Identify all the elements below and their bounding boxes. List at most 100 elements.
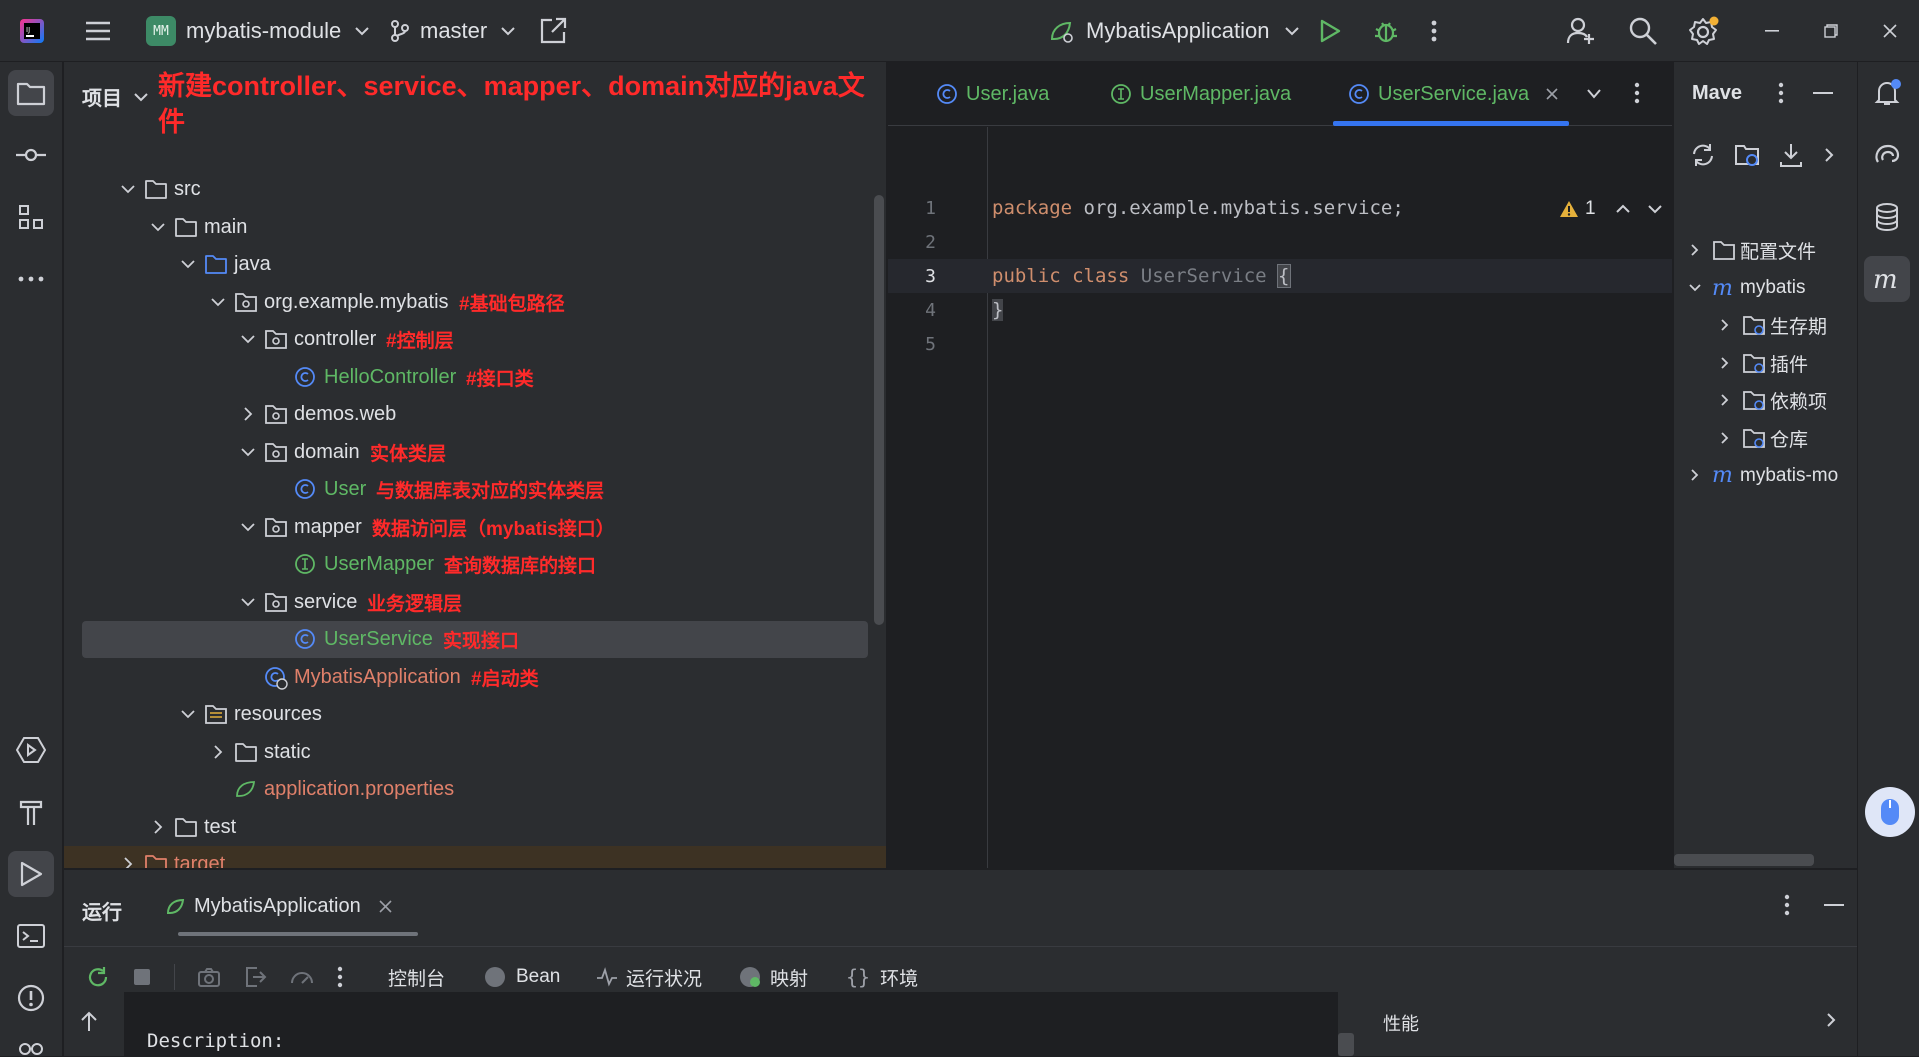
- assistant-floating-button[interactable]: [1865, 787, 1915, 837]
- chevron-down-icon[interactable]: [180, 706, 196, 722]
- code-line-4[interactable]: }: [992, 299, 1004, 321]
- tree-item[interactable]: UserService 实现接口: [82, 621, 868, 658]
- version-control-icon[interactable]: [8, 1032, 54, 1056]
- chevron-down-icon[interactable]: [210, 294, 226, 310]
- chevron-down-icon[interactable]: [240, 331, 256, 347]
- maven-h-scrollbar[interactable]: [1674, 854, 1814, 866]
- close-tab-icon[interactable]: [1545, 87, 1559, 101]
- chevron-right-icon[interactable]: [240, 406, 256, 422]
- gauge-icon[interactable]: [289, 965, 315, 989]
- run-panel-minimize-icon[interactable]: [1824, 904, 1844, 907]
- chevron-down-icon[interactable]: [240, 444, 256, 460]
- tab-usermapper-java[interactable]: UserMapper.java: [1110, 62, 1291, 126]
- terminal-icon[interactable]: [8, 913, 54, 959]
- debug-button[interactable]: [1372, 0, 1400, 62]
- services-icon[interactable]: [8, 727, 54, 773]
- chevron-right-icon[interactable]: [1822, 142, 1836, 168]
- run-button[interactable]: [1318, 0, 1342, 62]
- tree-item[interactable]: User 与数据库表对应的实体类层: [64, 471, 886, 508]
- console-output[interactable]: Description:: [124, 992, 1338, 1056]
- intellij-logo-icon[interactable]: IJ: [18, 0, 46, 62]
- exit-icon[interactable]: [243, 965, 267, 989]
- tree-item[interactable]: HelloController #接口类: [64, 359, 886, 396]
- tree-item[interactable]: demos.web: [64, 396, 886, 433]
- reload-icon[interactable]: [1690, 142, 1716, 168]
- run-tab-mybatisapplication[interactable]: MybatisApplication: [164, 886, 392, 926]
- run-config-selector[interactable]: MybatisApplication: [1046, 0, 1300, 62]
- maven-m-icon[interactable]: m: [1864, 256, 1910, 302]
- more-tools-icon[interactable]: [8, 256, 54, 302]
- chevron-right-icon[interactable]: [1825, 1012, 1837, 1028]
- tree-item[interactable]: java: [64, 246, 886, 283]
- chevron-right-icon[interactable]: [1718, 356, 1732, 370]
- tree-item[interactable]: mapper 数据访问层（mybatis接口）: [64, 509, 886, 546]
- project-panel-header[interactable]: 项目: [82, 82, 148, 111]
- tree-item[interactable]: target: [64, 846, 886, 868]
- maven-tree-item[interactable]: m mybatis: [1674, 270, 1858, 307]
- tab-bean[interactable]: Bean: [484, 957, 560, 997]
- tree-item[interactable]: controller #控制层: [64, 321, 886, 358]
- maven-tree-item[interactable]: 配置文件: [1674, 232, 1858, 269]
- tab-mappings[interactable]: 映射: [738, 957, 808, 997]
- search-icon[interactable]: [1628, 0, 1658, 62]
- performance-panel[interactable]: 性能: [1355, 992, 1857, 1056]
- chevron-right-icon[interactable]: [210, 744, 226, 760]
- scroll-up-arrow-icon[interactable]: [80, 1010, 98, 1032]
- notifications-bell-icon[interactable]: [1864, 70, 1910, 116]
- maven-more-icon[interactable]: [1778, 82, 1784, 104]
- tab-environment[interactable]: {} 环境: [846, 957, 918, 997]
- tree-item[interactable]: domain 实体类层: [64, 434, 886, 471]
- settings-gear-icon[interactable]: [1688, 0, 1720, 62]
- chevron-right-icon[interactable]: [120, 856, 136, 868]
- maven-tree-item[interactable]: 插件: [1674, 345, 1858, 382]
- tree-item[interactable]: org.example.mybatis #基础包路径: [64, 284, 886, 321]
- chevron-down-icon[interactable]: [120, 181, 136, 197]
- tabs-dropdown-icon[interactable]: [1586, 88, 1602, 100]
- maven-tree-item[interactable]: m mybatis-mo: [1674, 457, 1858, 494]
- tree-item[interactable]: src: [64, 171, 886, 208]
- chevron-down-icon[interactable]: [1688, 281, 1702, 295]
- tab-user-java[interactable]: User.java: [936, 62, 1049, 126]
- code-line-3[interactable]: public class UserService {: [992, 264, 1291, 288]
- chevron-down-icon[interactable]: [150, 219, 166, 235]
- tree-scrollbar[interactable]: [874, 195, 884, 625]
- tree-item[interactable]: UserMapper 查询数据库的接口: [64, 546, 886, 583]
- stop-icon[interactable]: [132, 967, 152, 987]
- close-window-button[interactable]: [1873, 14, 1907, 48]
- chevron-right-icon[interactable]: [1688, 468, 1702, 482]
- main-menu-icon[interactable]: [84, 0, 112, 62]
- commit-icon[interactable]: [8, 132, 54, 178]
- code-line-1[interactable]: package org.example.mybatis.service;: [992, 197, 1404, 219]
- restore-window-button[interactable]: [1814, 14, 1848, 48]
- minimize-window-button[interactable]: [1755, 14, 1789, 48]
- chevron-down-icon[interactable]: [1647, 204, 1662, 214]
- chevron-right-icon[interactable]: [1718, 393, 1732, 407]
- tree-item[interactable]: test: [64, 809, 886, 846]
- project-switcher[interactable]: MM mybatis-module: [146, 0, 369, 62]
- tree-item[interactable]: static: [64, 734, 886, 771]
- chevron-down-icon[interactable]: [240, 519, 256, 535]
- chevron-down-icon[interactable]: [240, 594, 256, 610]
- chevron-up-icon[interactable]: [1615, 204, 1630, 214]
- tab-console[interactable]: 控制台: [388, 957, 445, 997]
- project-folder-icon[interactable]: [8, 70, 54, 116]
- rerun-icon[interactable]: [86, 965, 110, 989]
- more-actions-icon[interactable]: [337, 966, 343, 988]
- maven-tree-item[interactable]: 生存期: [1674, 307, 1858, 344]
- tree-item[interactable]: MybatisApplication #启动类: [64, 659, 886, 696]
- tree-item[interactable]: application.properties: [64, 771, 886, 808]
- ai-assistant-icon[interactable]: [1864, 132, 1910, 178]
- database-icon[interactable]: [1864, 194, 1910, 240]
- maven-tree-item[interactable]: 仓库: [1674, 420, 1858, 457]
- console-scrollbar[interactable]: [1338, 1033, 1354, 1056]
- chevron-right-icon[interactable]: [1718, 318, 1732, 332]
- chevron-down-icon[interactable]: [180, 256, 196, 272]
- chevron-right-icon[interactable]: [1688, 243, 1702, 257]
- tab-health[interactable]: 运行状况: [596, 957, 702, 997]
- reimport-folder-icon[interactable]: [1734, 142, 1760, 168]
- camera-icon[interactable]: [197, 966, 221, 988]
- inspection-widget[interactable]: 1: [1559, 198, 1662, 220]
- open-external-icon[interactable]: [538, 0, 568, 62]
- tree-item[interactable]: resources: [64, 696, 886, 733]
- run-panel-more-icon[interactable]: [1784, 894, 1790, 916]
